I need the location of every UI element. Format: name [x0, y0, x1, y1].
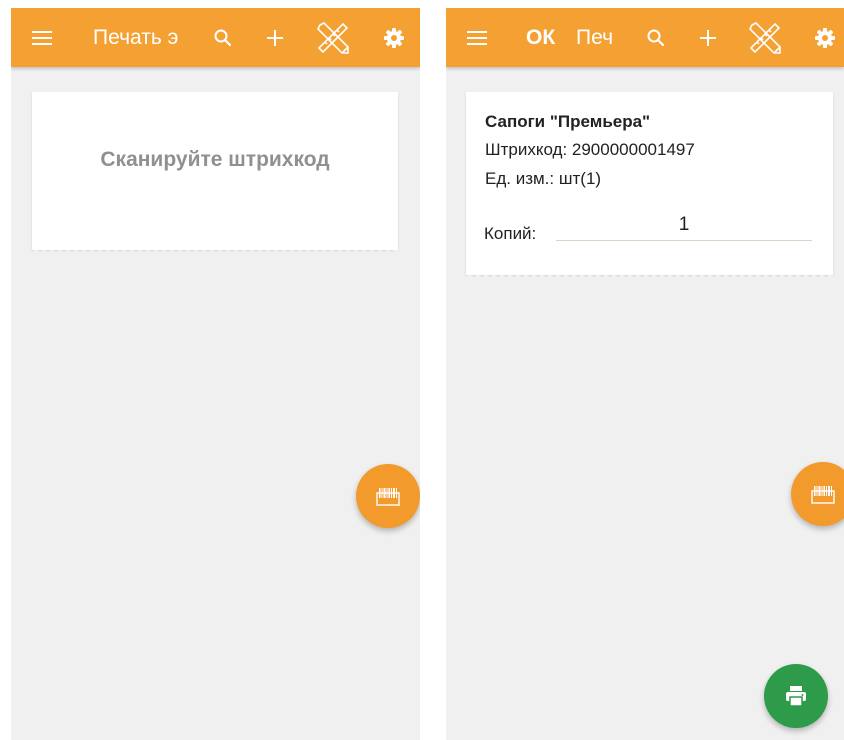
barcode-icon — [811, 486, 835, 504]
app-bar: Печать э — [11, 8, 420, 67]
settings-icon[interactable] — [808, 8, 842, 67]
item-unit: Ед. изм.: шт(1) — [485, 169, 602, 188]
search-icon[interactable] — [639, 8, 673, 67]
ruler-pencil-icon[interactable] — [311, 8, 355, 67]
settings-icon[interactable] — [377, 8, 411, 67]
print-button[interactable] — [764, 664, 828, 728]
copies-label: Копий: — [484, 224, 537, 243]
search-icon[interactable] — [206, 8, 240, 67]
menu-icon[interactable] — [460, 8, 494, 67]
item-card: Сапоги "Премьера" Штрихкод: 290000000149… — [466, 89, 833, 278]
app-bar: ок Печ — [446, 8, 844, 67]
add-icon[interactable] — [258, 8, 292, 67]
scan-barcode-button[interactable] — [791, 462, 844, 526]
printer-icon — [786, 686, 806, 707]
scan-prompt: Сканируйте штрихкод — [100, 148, 330, 171]
add-icon[interactable] — [691, 8, 725, 67]
screen-title: Печ — [576, 26, 612, 49]
item-name: Сапоги "Премьера" — [485, 112, 651, 131]
ok-button[interactable]: ок — [526, 8, 555, 67]
screen-title: Печать э — [93, 26, 179, 49]
scan-barcode-button[interactable] — [356, 464, 420, 528]
copies-input[interactable]: 1 — [556, 212, 812, 241]
barcode-icon — [376, 488, 400, 506]
ruler-pencil-icon[interactable] — [743, 8, 787, 67]
right-screen: ок Печ — [446, 8, 844, 740]
scan-card: Сканируйте штрихкод — [32, 89, 398, 253]
menu-icon[interactable] — [25, 8, 59, 67]
left-screen: Печать э Сканируйте штрихкод — [11, 8, 420, 740]
item-barcode: Штрихкод: 2900000001497 — [485, 140, 695, 159]
